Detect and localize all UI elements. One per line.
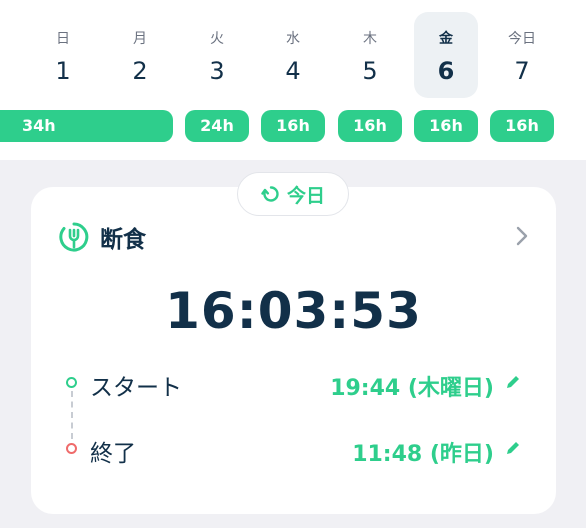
fasting-timer: 16:03:53 [165,282,422,340]
day-thu[interactable]: 木 5 [338,12,402,98]
day-of-week: 水 [286,31,300,47]
fasting-hours-pill[interactable]: 34h [0,110,173,142]
day-mon[interactable]: 月 2 [108,12,172,98]
today-label: 今日 [286,184,325,207]
timeline-connector [71,391,73,439]
day-number: 1 [55,57,71,85]
card-title: 断食 [100,227,146,253]
fasting-hours-pill[interactable]: 16h [261,110,325,142]
day-of-week: 木 [363,31,377,47]
day-of-week: 火 [210,31,224,47]
end-dot [66,443,77,454]
day-tue[interactable]: 火 3 [185,12,249,98]
fasting-hours-pill[interactable]: 16h [414,110,478,142]
chevron-right-icon[interactable] [512,224,532,248]
pencil-icon[interactable] [504,373,522,391]
end-label: 終了 [90,441,136,467]
day-fri[interactable]: 金 6 [414,12,478,98]
pencil-icon[interactable] [504,439,522,457]
week-strip: 日 1 月 2 火 3 水 4 木 5 金 6 今日 7 34h 24h 16h… [0,0,586,160]
day-wed[interactable]: 水 4 [261,12,325,98]
day-of-week: 今日 [508,31,536,47]
card-header: 断食 [58,220,146,254]
day-number: 5 [362,57,378,85]
start-time[interactable]: 19:44 (木曜日) [330,370,494,402]
day-number: 2 [132,57,148,85]
end-time[interactable]: 11:48 (昨日) [352,436,494,468]
day-number: 6 [437,57,455,85]
day-of-week: 日 [56,31,70,47]
fork-clock-icon [59,222,89,252]
day-of-week: 月 [133,31,147,47]
fasting-hours-pill[interactable]: 16h [338,110,402,142]
today-button[interactable]: 今日 [237,172,349,216]
day-sun[interactable]: 日 1 [31,12,95,98]
day-number: 3 [209,57,225,85]
fasting-hours-pill[interactable]: 24h [185,110,249,142]
start-label: スタート [90,375,182,401]
start-dot [66,377,77,388]
rotate-icon [261,186,279,202]
fasting-hours-pill[interactable]: 16h [490,110,554,142]
day-number: 4 [285,57,301,85]
day-of-week: 金 [439,31,453,47]
day-number: 7 [514,57,530,85]
day-today[interactable]: 今日 7 [490,12,554,98]
